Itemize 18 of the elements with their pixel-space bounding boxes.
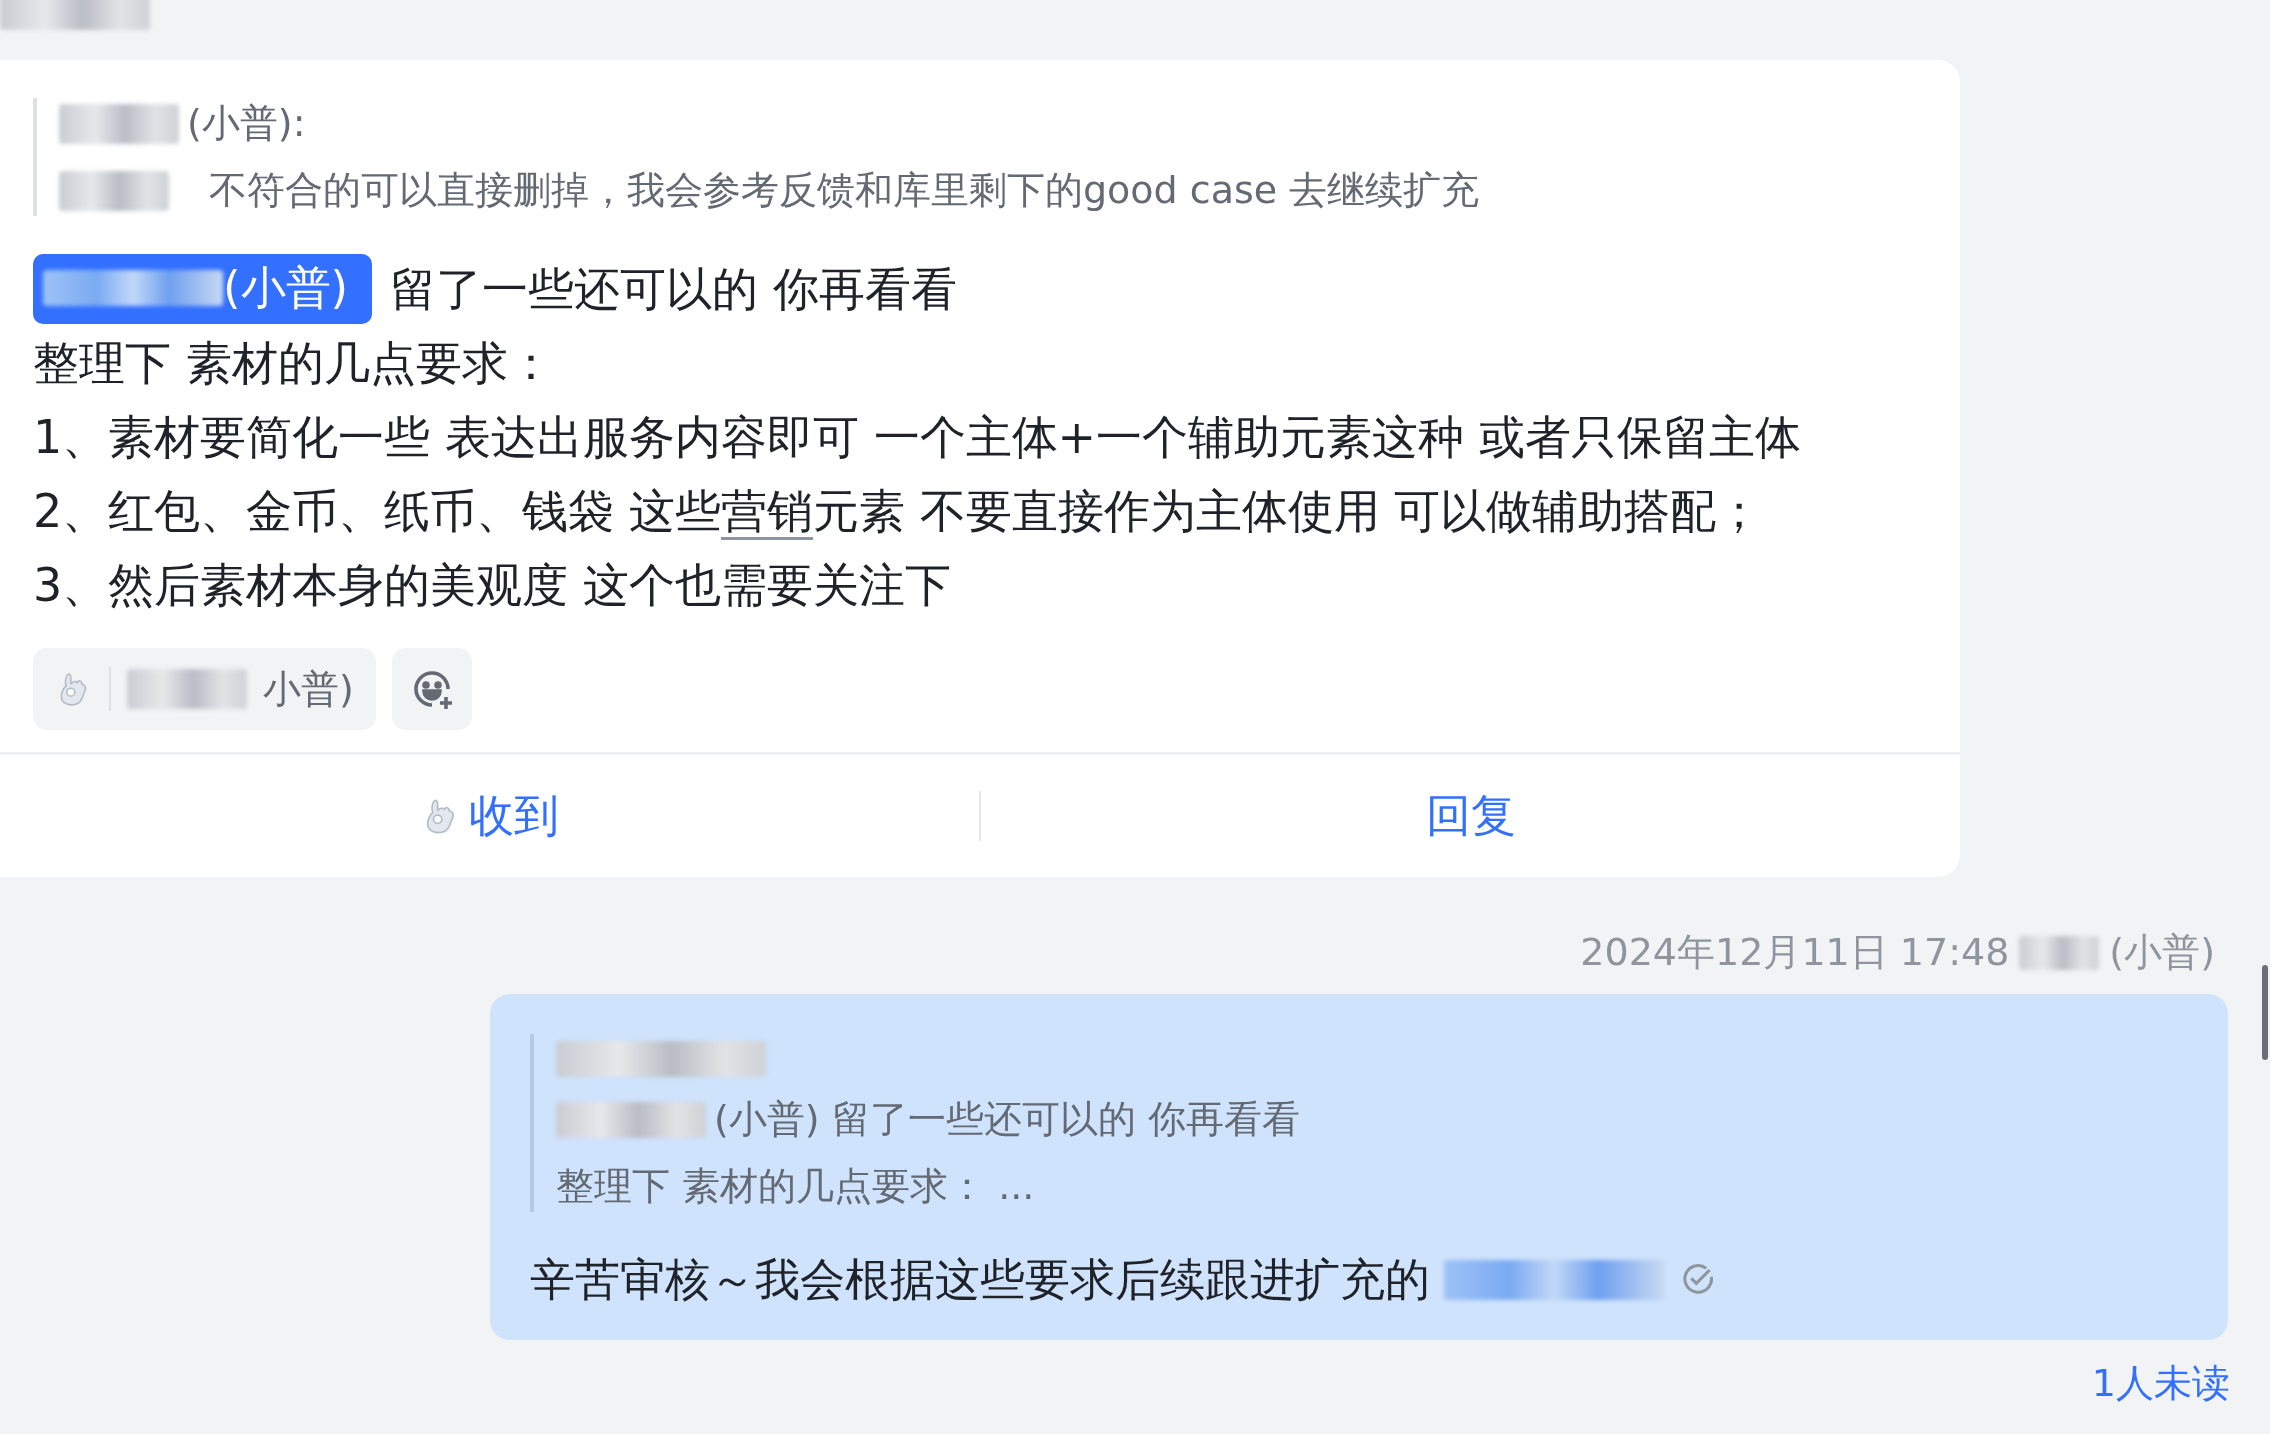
quote-author: (小普): — [187, 100, 306, 147]
quote-text: 不符合的可以直接删掉，我会参考反馈和库里剩下的good case 去继续扩充 — [209, 167, 1480, 214]
message-text: 整理下 素材的几点要求： — [33, 335, 555, 392]
message-text: 留了一些还可以的 你再看看 — [390, 261, 957, 318]
message-text: 2、红包、金币、纸币、钱袋 这些营销元素 不要直接作为主体使用 可以做辅助搭配； — [33, 483, 1764, 542]
reply-button[interactable]: 回复 — [981, 785, 1960, 847]
add-reaction-button[interactable] — [391, 648, 472, 730]
mention-tag[interactable]: (小普) — [33, 254, 373, 324]
timestamp: 2024年12月11日 17:48 — [1580, 929, 2010, 976]
acknowledge-button[interactable]: 收到 — [0, 785, 979, 847]
read-status-link[interactable]: 1人未读 — [2091, 1358, 2230, 1409]
message-text: 1、素材要简化一些 表达出服务内容即可 一个主体+一个辅助元素这种 或者只保留主体 — [33, 409, 1802, 466]
reaction-chip[interactable]: 小普) — [33, 648, 376, 730]
message-text: 3、然后素材本身的美观度 这个也需要关注下 — [33, 557, 952, 614]
quote-text: (小普) 留了一些还可以的 你再看看 — [714, 1096, 1300, 1143]
sender-name: (小普) — [2109, 929, 2215, 976]
message-text: 辛苦审核～我会根据这些要求后续跟进扩充的 — [530, 1252, 1430, 1308]
quote-text: 整理下 素材的几点要求： ... — [556, 1163, 1035, 1210]
